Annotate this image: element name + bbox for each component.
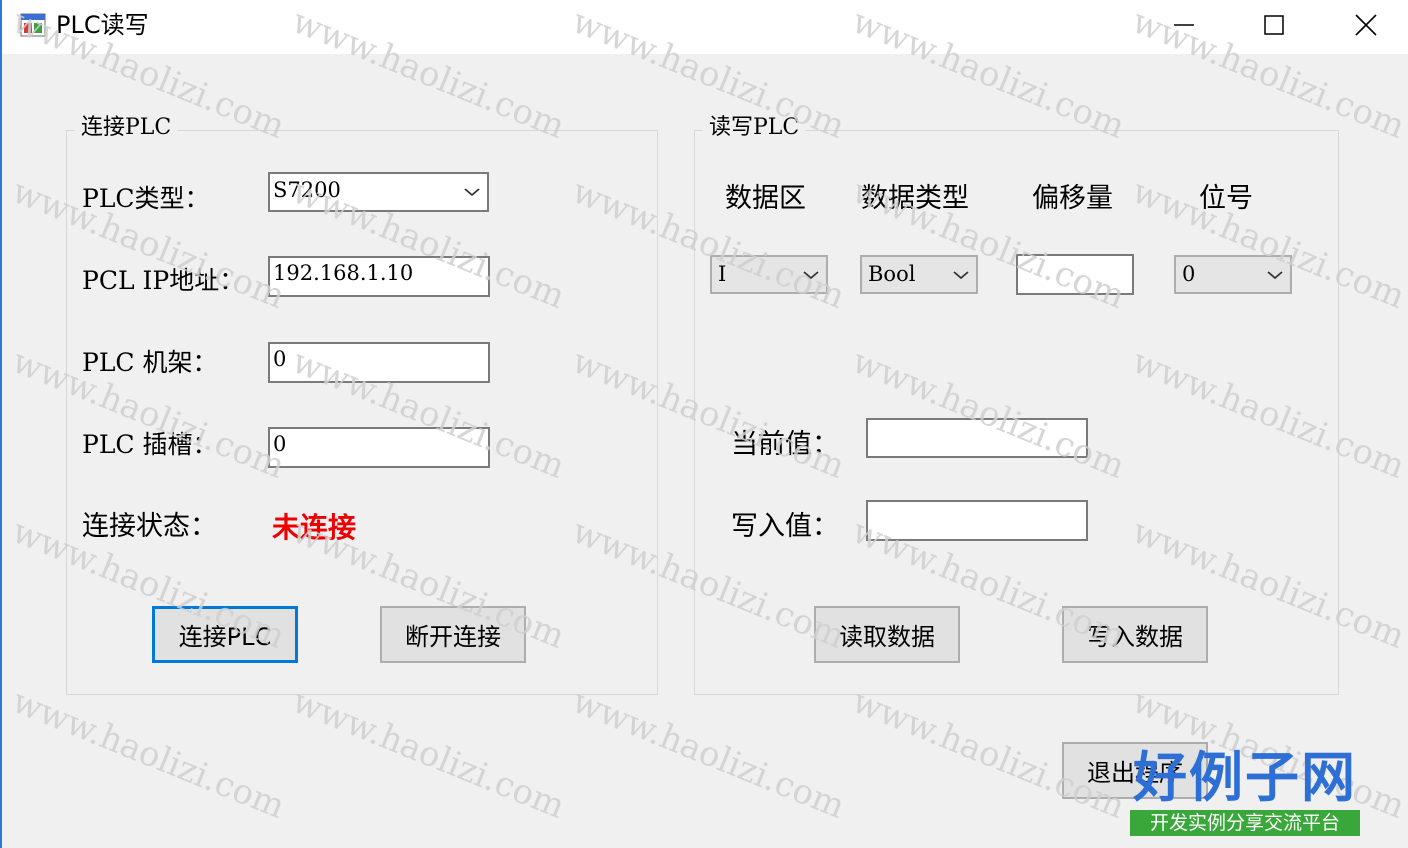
plc-type-select[interactable]: S7200 [268,172,489,212]
chevron-down-icon [953,270,969,279]
maximize-icon [1264,15,1284,35]
data-type-value: Bool [868,262,916,286]
data-type-select[interactable]: Bool [860,255,978,294]
watermark-text: www.haolizi.com [7,681,291,827]
maximize-button[interactable] [1228,0,1320,50]
offset-input[interactable] [1016,254,1134,295]
connection-status-value: 未连接 [272,511,357,544]
minimize-icon [1174,24,1194,26]
bit-number-header: 位号 [1199,183,1253,214]
window-border [0,0,2,848]
logo-main-text: 好例子网 [1133,746,1357,809]
chevron-down-icon [803,270,819,279]
data-type-header: 数据类型 [861,183,969,214]
bit-number-value: 0 [1182,262,1196,286]
logo-sub-text: 开发实例分享交流平台 [1130,810,1360,836]
connect-plc-button[interactable]: 连接PLC [152,606,298,663]
current-value-label: 当前值： [731,429,839,460]
write-data-button[interactable]: 写入数据 [1062,606,1208,663]
ip-address-input[interactable]: 192.168.1.10 [268,256,490,297]
window-title: PLC读写 [56,11,149,39]
offset-header: 偏移量 [1032,183,1113,214]
connect-plc-group-title: 连接PLC [75,114,178,142]
data-area-select[interactable]: I [710,255,828,294]
minimize-button[interactable] [1138,0,1230,50]
rack-label: PLC 机架： [82,348,218,377]
haolizi-logo: 好例子网 开发实例分享交流平台 [1130,748,1360,840]
watermark-text: www.haolizi.com [567,681,851,827]
bit-number-select[interactable]: 0 [1174,255,1292,294]
plc-type-value: S7200 [273,178,341,202]
close-button[interactable] [1320,0,1408,50]
ip-address-label: PCL IP地址： [82,266,245,295]
watermark-text: www.haolizi.com [287,681,571,827]
write-value-input[interactable] [866,500,1088,541]
write-value-label: 写入值： [731,511,839,542]
disconnect-button[interactable]: 断开连接 [380,606,526,663]
read-write-plc-group-title: 读写PLC [703,114,806,142]
close-icon [1355,14,1377,36]
rack-input[interactable]: 0 [268,342,490,383]
app-window-icon [20,13,46,37]
connection-status-label: 连接状态： [82,511,217,542]
plc-type-label: PLC类型： [82,184,210,213]
chevron-down-icon [464,188,480,197]
slot-input[interactable]: 0 [268,427,490,468]
current-value-input[interactable] [866,418,1088,458]
chevron-down-icon [1267,270,1283,279]
slot-label: PLC 插槽： [82,430,218,459]
data-area-header: 数据区 [725,183,806,214]
data-area-value: I [718,262,727,286]
read-data-button[interactable]: 读取数据 [814,606,960,663]
